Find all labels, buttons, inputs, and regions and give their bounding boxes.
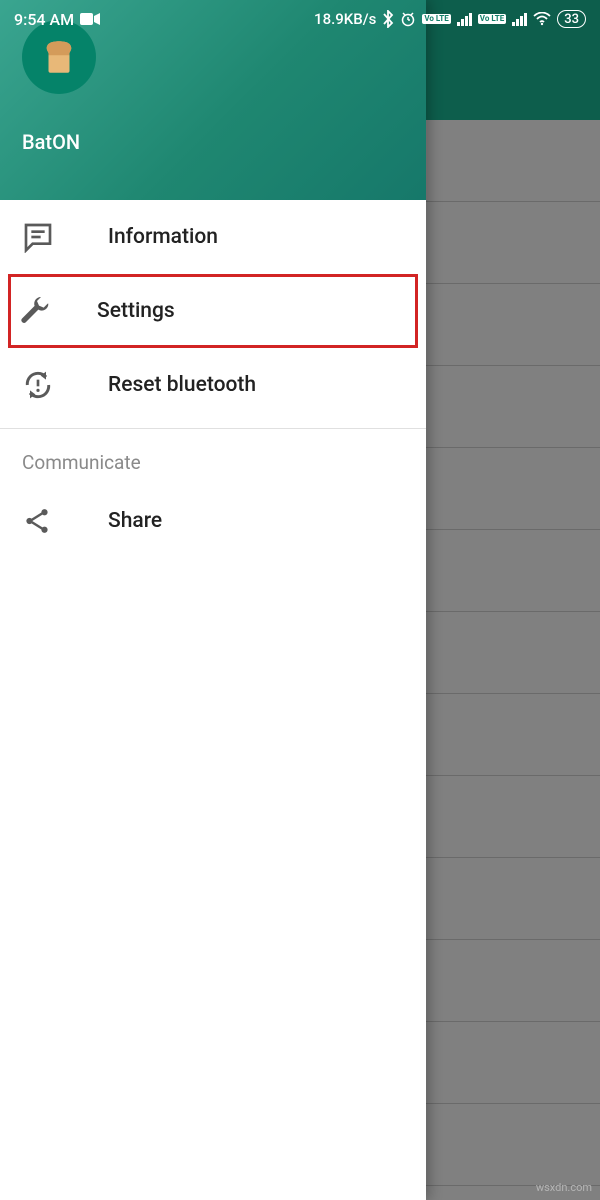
drawer-item-label: Reset bluetooth <box>108 373 256 397</box>
bluetooth-icon <box>382 10 394 28</box>
status-bar: 9:54 AM 18.9KB/s Vo LTE Vo LTE 33 <box>0 0 600 38</box>
watermark: wsxdn.com <box>536 1181 592 1194</box>
drawer-item-reset-bluetooth[interactable]: Reset bluetooth <box>0 348 426 422</box>
alarm-icon <box>400 11 416 27</box>
drawer-item-label: Settings <box>97 299 175 323</box>
drawer-item-share[interactable]: Share <box>0 484 426 558</box>
drawer-item-label: Share <box>108 509 162 533</box>
battery-percent: 33 <box>564 12 579 27</box>
wifi-icon <box>533 12 551 26</box>
wrench-icon <box>19 295 51 327</box>
volte-badge: Vo LTE <box>478 14 506 24</box>
section-header-communicate: Communicate <box>0 429 426 484</box>
drawer-item-label: Information <box>108 225 218 249</box>
chat-icon <box>22 221 54 253</box>
status-data-rate: 18.9KB/s <box>314 10 376 28</box>
battery-indicator: 33 <box>557 10 586 28</box>
toast-icon <box>38 36 80 78</box>
drawer-item-information[interactable]: Information <box>0 200 426 274</box>
signal-icon <box>457 12 472 26</box>
video-camera-icon <box>80 12 100 26</box>
signal-icon <box>512 12 527 26</box>
navigation-drawer: BatON Information Settings <box>0 0 426 1200</box>
share-icon <box>22 506 52 536</box>
reset-icon <box>22 369 54 401</box>
drawer-item-settings[interactable]: Settings <box>8 274 418 348</box>
status-time: 9:54 AM <box>14 10 74 29</box>
app-name: BatON <box>22 130 404 154</box>
volte-badge: Vo LTE <box>422 14 450 24</box>
